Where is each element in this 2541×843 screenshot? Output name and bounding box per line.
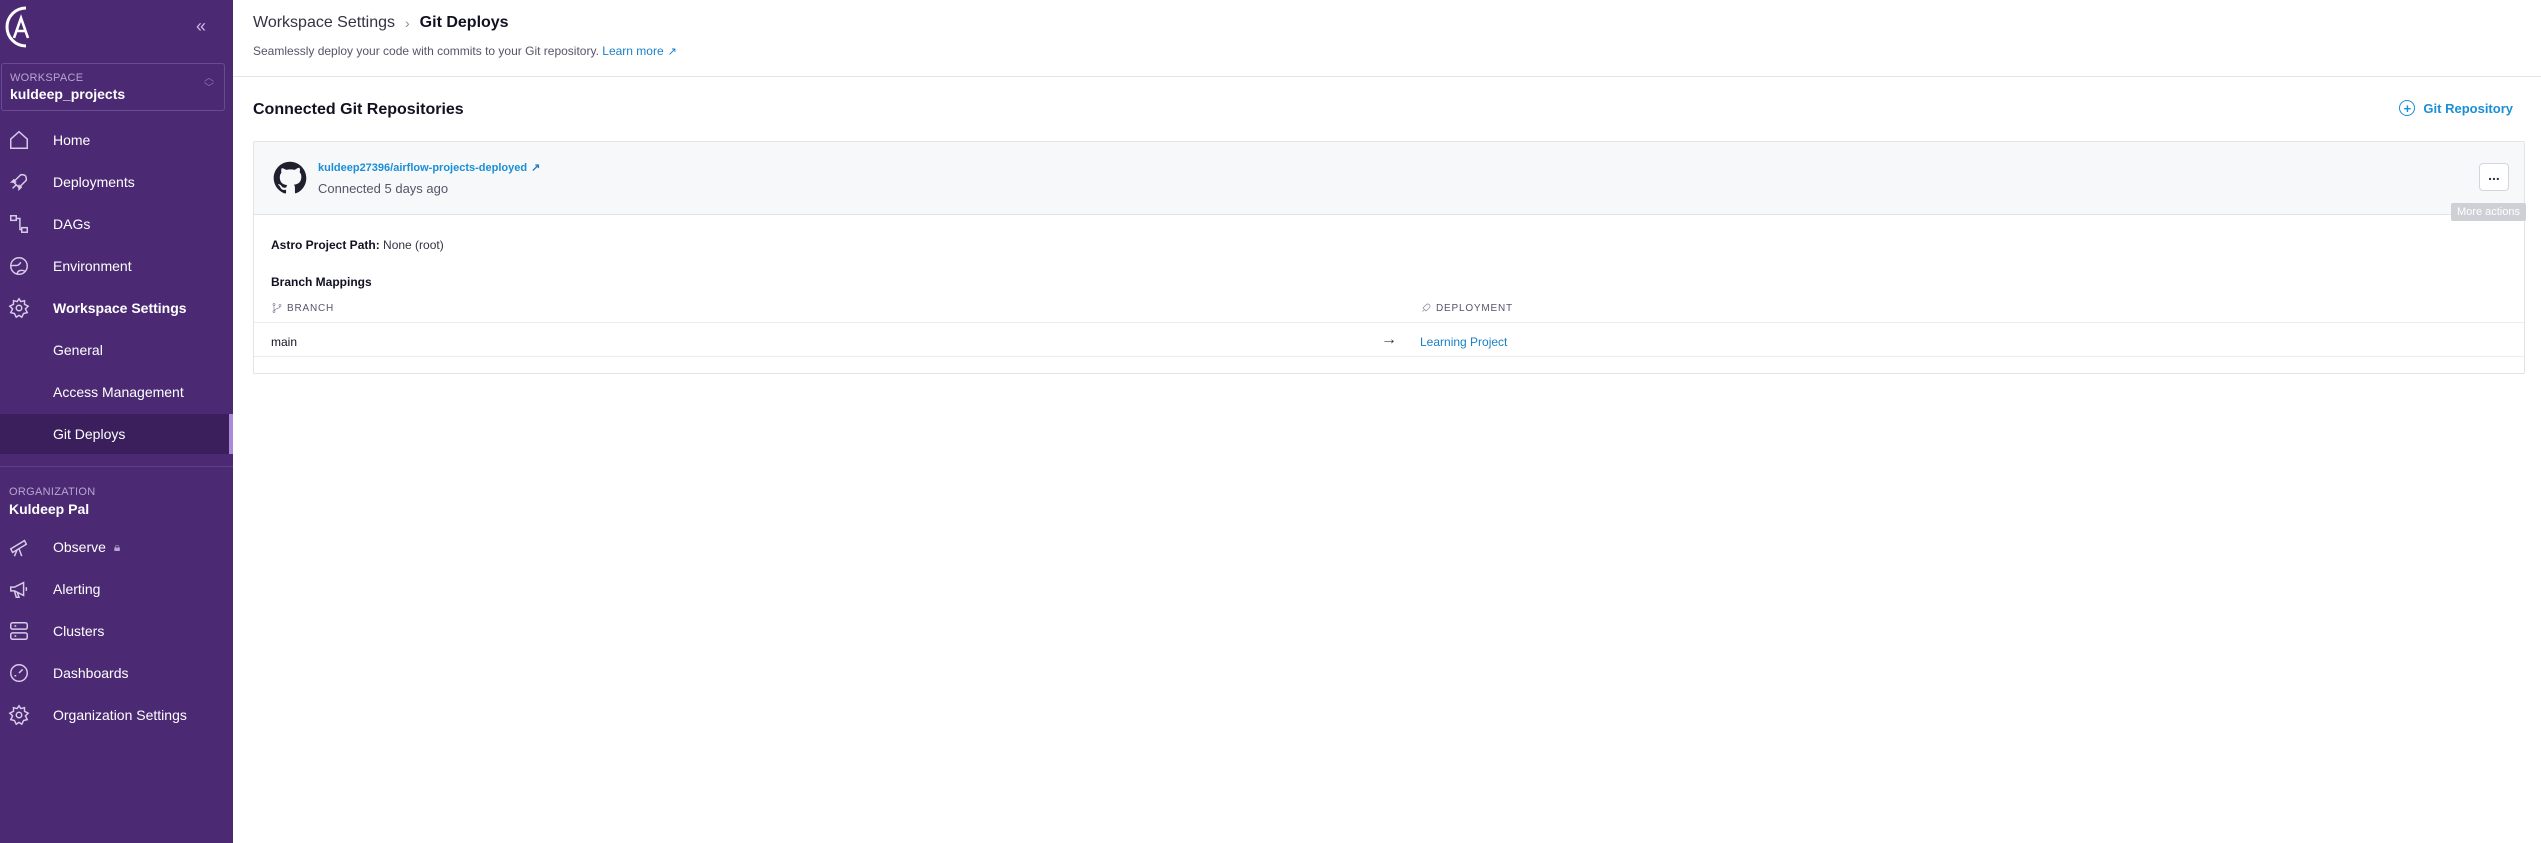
add-git-repository-label: Git Repository (2423, 100, 2513, 116)
main-content: Workspace Settings › Git Deploys Seamles… (233, 0, 2541, 843)
section-title: Connected Git Repositories (253, 101, 464, 118)
nav-home-label: Home (53, 132, 91, 148)
subtitle-text: Seamlessly deploy your code with commits… (253, 44, 599, 58)
nav-dashboards-label: Dashboards (53, 665, 129, 681)
workspace-label: WORKSPACE (10, 72, 84, 84)
deployment-link[interactable]: Learning Project (1420, 335, 1507, 349)
chevron-updown-icon: ︿ ﹀ (204, 73, 214, 94)
astro-logo[interactable] (0, 2, 40, 52)
nav-home[interactable]: Home (0, 120, 233, 160)
rocket-icon (1422, 303, 1431, 312)
subnav-git-deploys-label: Git Deploys (53, 426, 126, 442)
deployment-column-label: DEPLOYMENT (1436, 302, 1513, 314)
project-path: Astro Project Path: None (root) (271, 238, 444, 252)
more-actions-tooltip: More actions (2451, 203, 2526, 221)
sidebar: « WORKSPACE kuldeep_projects ︿ ﹀ Home Dep… (0, 0, 233, 843)
nav-dags-label: DAGs (53, 216, 91, 232)
organization-label: ORGANIZATION (9, 486, 96, 498)
deployment-column-header: DEPLOYMENT (1420, 302, 1513, 314)
nav-organization-settings-label: Organization Settings (53, 707, 187, 723)
chevron-right-icon: › (405, 15, 410, 31)
add-git-repository-button[interactable]: + Git Repository (2399, 100, 2513, 116)
project-path-label: Astro Project Path: (271, 238, 380, 252)
nav-dashboards[interactable]: Dashboards (0, 653, 233, 693)
workspace-name: kuldeep_projects (10, 86, 126, 102)
dags-icon (0, 213, 53, 235)
project-path-value: None (root) (383, 238, 444, 252)
branch-mappings-title: Branch Mappings (271, 275, 372, 289)
page-subtitle: Seamlessly deploy your code with commits… (253, 44, 2521, 58)
breadcrumb: Workspace Settings › Git Deploys (253, 14, 2521, 32)
connection-status: Connected 5 days ago (318, 181, 449, 196)
workspace-switcher[interactable]: WORKSPACE kuldeep_projects ︿ ﹀ (1, 63, 225, 111)
server-icon (0, 620, 53, 642)
repository-card-header: kuldeep27396/airflow-projects-deployed ↗ … (254, 142, 2524, 215)
nav-workspace-settings[interactable]: Workspace Settings (0, 288, 233, 328)
megaphone-icon (0, 578, 53, 600)
table-divider (254, 356, 2524, 357)
dashboard-icon (0, 662, 53, 684)
repository-card: kuldeep27396/airflow-projects-deployed ↗ … (253, 141, 2525, 374)
nav-observe[interactable]: Observe 🔒︎ (0, 527, 233, 567)
git-branch-icon (272, 303, 282, 313)
external-link-icon: ↗ (667, 46, 677, 58)
lock-icon: 🔒︎ (113, 539, 121, 554)
nav-organization-settings[interactable]: Organization Settings (0, 695, 233, 735)
external-link-icon: ↗ (531, 162, 541, 174)
nav-alerting-label: Alerting (53, 581, 101, 597)
nav-clusters[interactable]: Clusters (0, 611, 233, 651)
more-actions-button[interactable]: ... (2479, 163, 2509, 191)
collapse-sidebar-icon[interactable]: « (196, 16, 206, 37)
github-icon (273, 161, 307, 194)
nav-workspace-settings-label: Workspace Settings (53, 300, 187, 316)
breadcrumb-parent[interactable]: Workspace Settings (253, 14, 395, 32)
rocket-icon (0, 171, 53, 193)
page-header: Workspace Settings › Git Deploys Seamles… (233, 0, 2541, 77)
plus-circle-icon: + (2399, 100, 2416, 116)
arrow-right-icon: → (1381, 331, 1397, 348)
sidebar-divider (0, 466, 233, 467)
repository-name: kuldeep27396/airflow-projects-deployed (318, 162, 528, 174)
telescope-icon (0, 536, 53, 558)
branch-column-label: BRANCH (287, 302, 335, 314)
globe-icon (0, 255, 53, 277)
nav-dags[interactable]: DAGs (0, 204, 233, 244)
nav-environment-label: Environment (53, 258, 132, 274)
subnav-access-management[interactable]: Access Management (0, 372, 233, 412)
subnav-access-management-label: Access Management (53, 384, 184, 400)
page-title: Git Deploys (419, 14, 509, 31)
home-icon (0, 129, 53, 151)
nav-clusters-label: Clusters (53, 623, 105, 639)
learn-more-link[interactable]: Learn more (602, 44, 663, 58)
nav-observe-label: Observe (53, 539, 106, 555)
organization-name[interactable]: Kuldeep Pal (9, 501, 89, 517)
repository-link[interactable]: kuldeep27396/airflow-projects-deployed ↗ (318, 161, 540, 174)
branch-column-header: BRANCH (271, 302, 334, 314)
subnav-general[interactable]: General (0, 330, 233, 370)
gear-icon (0, 704, 53, 726)
nav-deployments-label: Deployments (53, 174, 135, 190)
subnav-general-label: General (53, 342, 103, 358)
subnav-git-deploys[interactable]: Git Deploys (0, 414, 233, 454)
gear-icon (0, 297, 53, 319)
table-divider (254, 322, 2524, 323)
nav-deployments[interactable]: Deployments (0, 162, 233, 202)
branch-value: main (271, 335, 298, 349)
nav-environment[interactable]: Environment (0, 246, 233, 286)
nav-alerting[interactable]: Alerting (0, 569, 233, 609)
